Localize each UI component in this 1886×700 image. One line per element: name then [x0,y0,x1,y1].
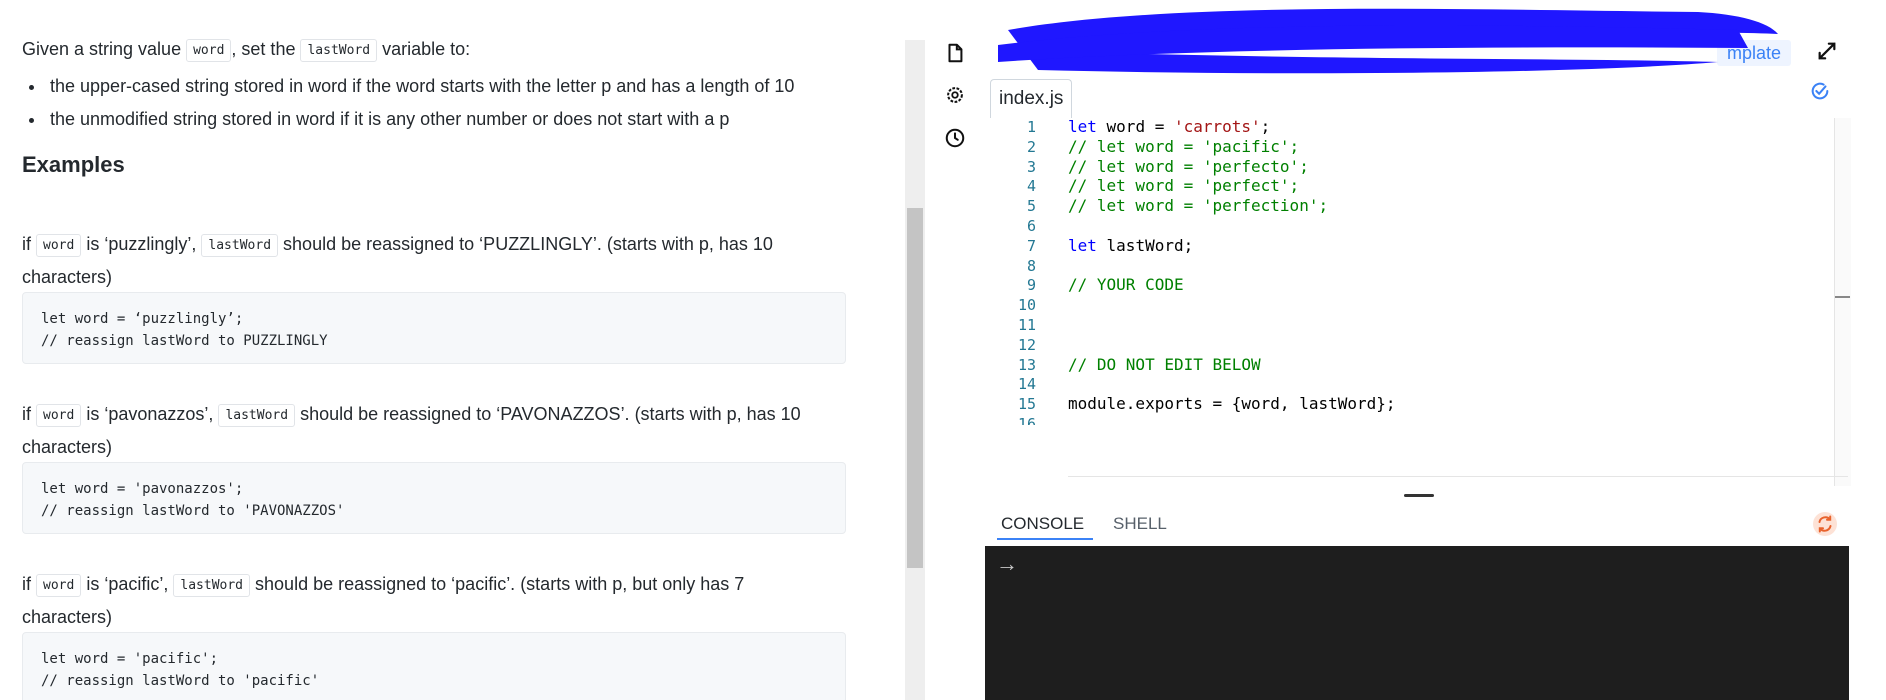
inline-code-lastword: lastWord [201,234,279,257]
tab-console[interactable]: CONSOLE [1001,512,1084,536]
example-text: if [22,404,31,424]
line-number: 9 [1026,276,1036,295]
code-line[interactable]: // let word = 'perfecto'; [1068,157,1309,176]
code-line[interactable]: // YOUR CODE [1068,275,1184,294]
instructions-scrollbar-thumb[interactable] [907,208,923,568]
inline-code-lastword: lastWord [300,39,378,62]
split-handle[interactable] [1404,494,1434,497]
code-line: // reassign lastWord to 'PAVONAZZOS' [41,503,345,519]
line-number: 1 [1026,118,1036,136]
intro-text: Given a string value word, set the lastW… [22,32,470,69]
example-3-codeblock: let word = 'pacific'; // reassign lastWor… [22,632,846,700]
redaction-mark [998,8,1778,74]
example-text: should be reassigned to ‘pacific’. (star… [255,574,745,594]
line-number: 3 [1026,157,1036,176]
file-icon[interactable] [944,42,966,64]
line-number: 15 [1017,395,1036,414]
code-line[interactable]: // let word = 'pacific'; [1068,137,1299,156]
check-icon[interactable] [1809,80,1831,102]
example-1-codeblock: let word = ‘puzzlingly’; // reassign last… [22,292,846,364]
line-number: 4 [1026,177,1036,196]
code-line[interactable]: let lastWord; [1068,236,1193,255]
requirement-item: the upper-cased string stored in word if… [46,70,794,103]
code-line[interactable]: // let word = 'perfection'; [1068,196,1328,215]
code-line: let word = 'pacific'; [41,651,219,667]
instructions-pane: Given a string value word, set the lastW… [0,0,905,700]
inline-code-lastword: lastWord [218,404,296,427]
inline-code-word: word [186,39,232,62]
example-2-text: if word is ‘pavonazzos’, lastWord should… [22,397,801,434]
example-text: should be reassigned to ‘PAVONAZZOS’. (s… [300,404,801,424]
line-number: 11 [1017,316,1036,334]
requirements-list: the upper-cased string stored in word if… [22,70,794,136]
inline-code-lastword: lastWord [173,574,251,597]
example-text: is ‘pavonazzos’, [86,404,214,424]
console-prompt: → [996,551,1018,576]
example-text: if [22,574,31,594]
console-output[interactable] [985,546,1849,700]
example-2-codeblock: let word = 'pavonazzos'; // reassign last… [22,462,846,534]
code-line[interactable]: // DO NOT EDIT BELOW [1068,355,1261,374]
inline-code-word: word [36,234,82,257]
line-number: 12 [1017,335,1036,354]
intro-mid: , set the [231,39,296,59]
code-line: let word = ‘puzzlingly’; [41,311,244,327]
code-line[interactable]: // let word = 'perfect'; [1068,176,1299,195]
requirement-item: the unmodified string stored in word if … [46,103,794,136]
tab-index-js[interactable]: index.js [990,79,1073,118]
active-tab-indicator [997,538,1093,540]
example-1-cont: characters) [22,267,113,287]
history-icon[interactable] [944,127,966,149]
editor-scroll-marker [1835,296,1850,298]
editor-tab-bar [985,78,1849,118]
expand-icon[interactable] [1816,40,1838,62]
examples-heading: Examples [22,152,125,177]
example-3-text: if word is ‘pacific’, lastWord should be… [22,567,744,604]
line-number: 16 [1017,415,1036,425]
example-text: if [22,234,31,254]
code-line: // reassign lastWord to 'pacific' [41,673,320,689]
example-2-cont: characters) [22,437,113,457]
editor-scrollbar[interactable] [1834,118,1851,486]
line-number: 13 [1017,355,1036,374]
line-number: 5 [1026,197,1036,216]
line-number: 14 [1017,375,1036,394]
line-number: 6 [1026,217,1036,235]
line-number: 10 [1017,296,1036,315]
intro-prefix: Given a string value [22,39,182,59]
refresh-icon[interactable] [1812,511,1838,537]
editor-horizontal-scrollbar[interactable] [1068,476,1848,483]
inline-code-word: word [36,404,82,427]
example-text: is ‘pacific’, [86,574,169,594]
example-3-cont: characters) [22,607,113,627]
example-text: is ‘puzzlingly’, [86,234,197,254]
line-number: 7 [1026,236,1036,255]
code-line: // reassign lastWord to PUZZLINGLY [41,333,328,349]
example-1-text: if word is ‘puzzlingly’, lastWord should… [22,227,773,264]
tab-shell[interactable]: SHELL [1113,512,1167,536]
settings-icon[interactable] [944,84,966,106]
line-number: 2 [1026,137,1036,156]
intro-suffix: variable to: [382,39,471,59]
code-line[interactable]: module.exports = {word, lastWord}; [1068,394,1396,413]
code-line[interactable]: let word = 'carrots'; [1068,117,1270,136]
example-text: should be reassigned to ‘PUZZLINGLY’. (s… [283,234,773,254]
inline-code-word: word [36,574,82,597]
code-line: let word = 'pavonazzos'; [41,481,244,497]
line-number: 8 [1026,256,1036,275]
